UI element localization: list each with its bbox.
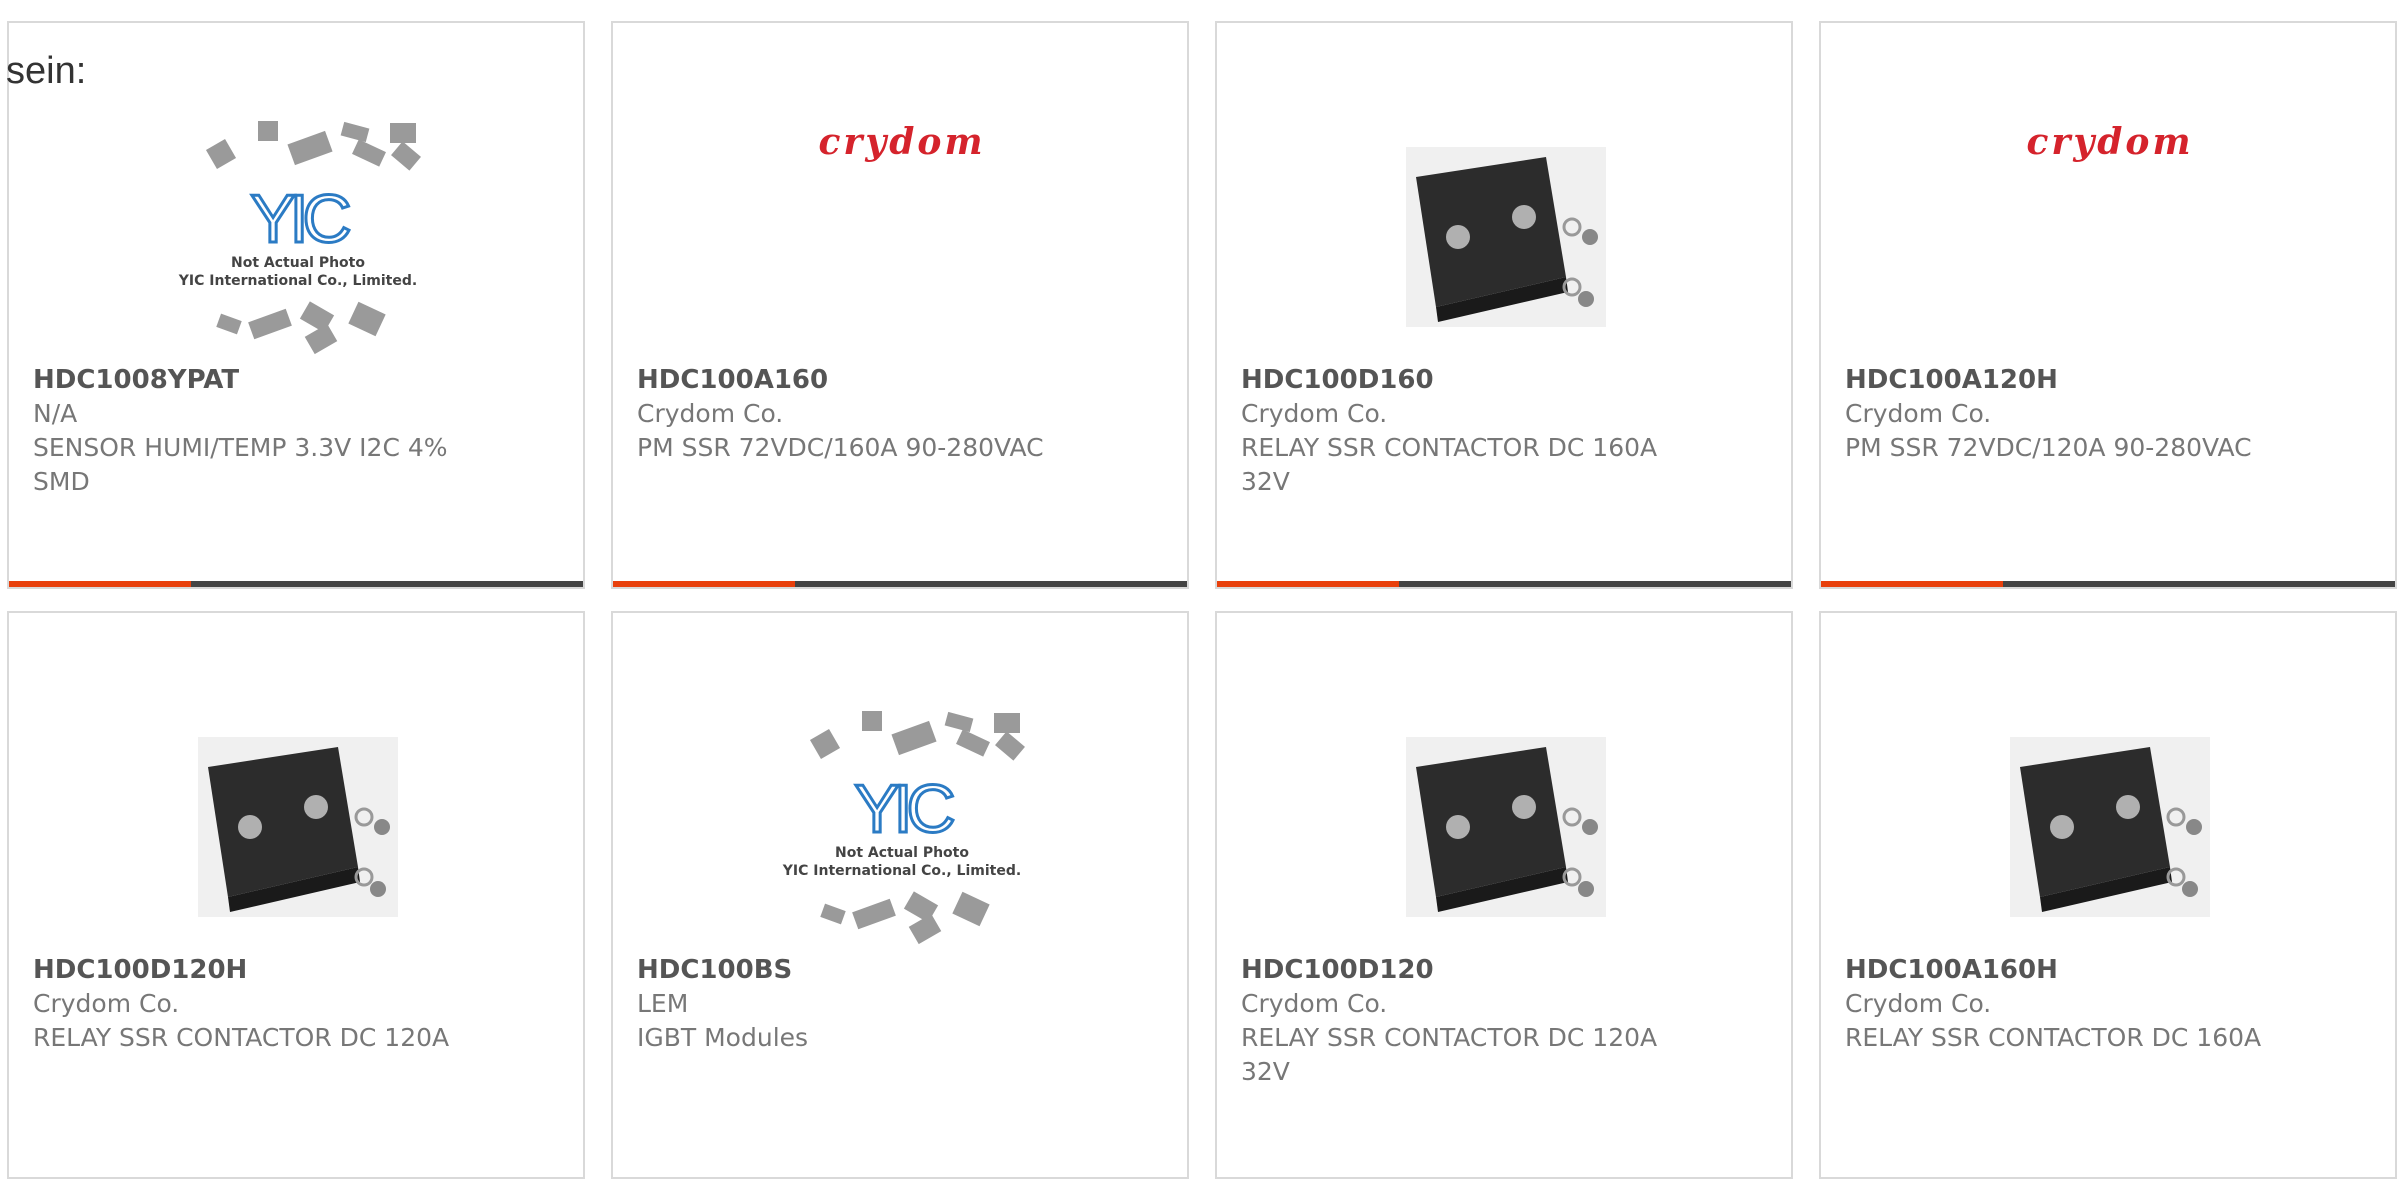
description: PM SSR 72VDC/160A 90-280VAC (637, 433, 1044, 462)
product-image[interactable]: crydom (615, 101, 1189, 373)
product-image[interactable] (11, 691, 585, 963)
placeholder-caption: YIC Not Actual Photo YIC International C… (178, 181, 418, 290)
description: RELAY SSR CONTACTOR DC 160A (1845, 1023, 2262, 1052)
card-progress-bar (1821, 581, 2395, 587)
product-card[interactable]: crydom HDC100A120H Crydom Co. PM SSR 72V… (1819, 21, 2397, 589)
manufacturer: Crydom Co. (1845, 989, 1992, 1018)
product-card[interactable]: YIC Not Actual Photo YIC International C… (7, 21, 585, 589)
description: RELAY SSR CONTACTOR DC 120A 32V (1241, 1023, 1658, 1086)
part-number[interactable]: HDC100BS (637, 953, 1167, 987)
product-image-placeholder[interactable]: YIC Not Actual Photo YIC International C… (11, 101, 585, 373)
manufacturer: LEM (637, 989, 689, 1018)
placeholder-caption: YIC Not Actual Photo YIC International C… (782, 771, 1022, 880)
product-image[interactable]: crydom (1823, 101, 2397, 373)
description: SENSOR HUMI/TEMP 3.3V I2C 4% SMD (33, 433, 448, 496)
description: RELAY SSR CONTACTOR DC 120A (33, 1023, 450, 1052)
yic-logo: YIC (853, 771, 957, 847)
part-number[interactable]: HDC100D120 (1241, 953, 1771, 987)
product-image[interactable] (1219, 101, 1793, 373)
relay-photo-icon (1406, 147, 1606, 327)
manufacturer: Crydom Co. (1845, 399, 1992, 428)
part-number[interactable]: HDC100D160 (1241, 363, 1771, 397)
card-progress-bar (1217, 581, 1791, 587)
manufacturer: Crydom Co. (637, 399, 784, 428)
product-card[interactable]: HDC100A160H Crydom Co. RELAY SSR CONTACT… (1819, 611, 2397, 1179)
product-card[interactable]: HDC100D160 Crydom Co. RELAY SSR CONTACTO… (1215, 21, 1793, 589)
card-progress-bar (613, 581, 1187, 587)
crydom-logo: crydom (2026, 121, 2194, 163)
card-progress-bar (9, 581, 583, 587)
product-card[interactable]: YIC Not Actual Photo YIC International C… (611, 611, 1189, 1179)
description: PM SSR 72VDC/120A 90-280VAC (1845, 433, 2252, 462)
product-card[interactable]: HDC100D120H Crydom Co. RELAY SSR CONTACT… (7, 611, 585, 1179)
yic-logo: YIC (249, 181, 353, 257)
manufacturer: Crydom Co. (1241, 989, 1388, 1018)
product-card[interactable]: HDC100D120 Crydom Co. RELAY SSR CONTACTO… (1215, 611, 1793, 1179)
part-number[interactable]: HDC100A160H (1845, 953, 2375, 987)
manufacturer: N/A (33, 399, 78, 428)
relay-photo-icon (1406, 737, 1606, 917)
part-number[interactable]: HDC100A120H (1845, 363, 2375, 397)
product-image[interactable] (1823, 691, 2397, 963)
relay-photo-icon (198, 737, 398, 917)
description: RELAY SSR CONTACTOR DC 160A 32V (1241, 433, 1658, 496)
description: IGBT Modules (637, 1023, 809, 1052)
part-number[interactable]: HDC100A160 (637, 363, 1167, 397)
product-image-placeholder[interactable]: YIC Not Actual Photo YIC International C… (615, 691, 1189, 963)
part-number[interactable]: HDC100D120H (33, 953, 563, 987)
crydom-logo: crydom (818, 121, 986, 163)
manufacturer: Crydom Co. (33, 989, 180, 1018)
product-card[interactable]: crydom HDC100A160 Crydom Co. PM SSR 72VD… (611, 21, 1189, 589)
manufacturer: Crydom Co. (1241, 399, 1388, 428)
part-number[interactable]: HDC1008YPAT (33, 363, 563, 397)
product-image[interactable] (1219, 691, 1793, 963)
stray-text: sein: (6, 50, 87, 92)
relay-photo-icon (2010, 737, 2210, 917)
